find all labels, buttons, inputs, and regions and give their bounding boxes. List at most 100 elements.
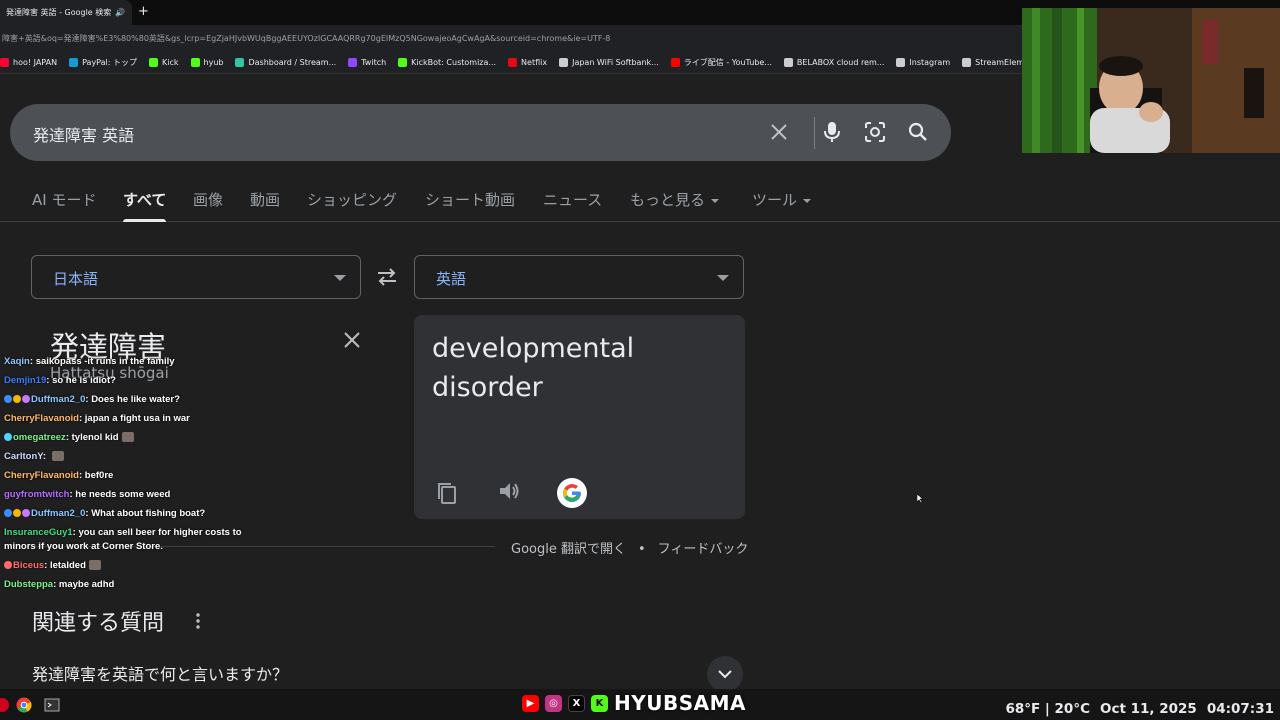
chat-text: bef0re	[84, 470, 114, 481]
time-readout: 04:07:31	[1206, 701, 1274, 717]
bookmark-item[interactable]: PayPal: トップ	[69, 57, 137, 68]
chat-message: Demjin19: so he is idiot?	[4, 371, 264, 390]
chat-badge-icon	[4, 395, 12, 404]
bookmark-label: ライブ配信 - YouTube...	[683, 58, 772, 67]
expand-chevron-icon[interactable]	[707, 656, 743, 692]
bookmark-item[interactable]: hoo! JAPAN	[0, 58, 57, 67]
chat-text: tylenol kid	[71, 432, 119, 443]
bookmark-label: Netflix	[521, 58, 548, 67]
browser-tab[interactable]: 発達障害 英語 - Google 検索 🔊 ✕	[0, 0, 132, 25]
audio-icon[interactable]: 🔊	[115, 8, 125, 17]
tab-images[interactable]: 画像	[193, 189, 223, 210]
chat-badge-icon	[4, 509, 12, 518]
chat-emote-icon	[88, 560, 101, 571]
chat-message: CarltonY:	[4, 447, 264, 466]
bookmark-item[interactable]: Netflix	[508, 58, 547, 67]
search-icon[interactable]	[906, 120, 930, 144]
chat-badge-icon	[13, 509, 21, 518]
youtube-icon: ▶	[522, 694, 539, 712]
bookmark-favicon-icon	[235, 58, 245, 67]
chat-text: letalded	[49, 560, 86, 571]
bookmark-item[interactable]: Dashboard / Stream...	[235, 58, 336, 67]
tab-videos[interactable]: 動画	[250, 189, 280, 210]
bookmark-item[interactable]: Kick	[149, 58, 179, 67]
date-readout: Oct 11, 2025	[1100, 701, 1197, 717]
tab-more[interactable]: もっと見る	[630, 189, 720, 210]
translate-footer: Google 翻訳で開く • フィードバック	[511, 538, 748, 557]
related-question[interactable]: 発達障害を英語で何と言いますか？	[32, 661, 288, 685]
chat-message: Dubsteppa: maybe adhd	[4, 575, 264, 594]
bookmark-label: Dashboard / Stream...	[248, 58, 337, 67]
chat-username: CarltonY	[4, 451, 43, 462]
lens-icon[interactable]	[863, 120, 887, 144]
tab-shopping[interactable]: ショッピング	[307, 189, 397, 210]
chat-badge-icon	[22, 395, 30, 404]
chat-message: omegatreez: tylenol kid	[4, 428, 264, 447]
bookmark-item[interactable]: KickBot: Customiza...	[398, 58, 496, 67]
swap-languages-icon[interactable]	[375, 266, 399, 288]
tab-short-videos[interactable]: ショート動画	[425, 189, 515, 210]
chat-badge-icon	[22, 509, 30, 518]
chat-username: omegatreez	[13, 432, 66, 443]
chat-username: Dubsteppa	[4, 579, 54, 590]
chat-message: InsuranceGuy1: you can sell beer for hig…	[4, 523, 264, 556]
bookmark-item[interactable]: Instagram	[896, 58, 950, 67]
tab-all[interactable]: すべて	[123, 189, 167, 222]
microphone-icon[interactable]	[820, 120, 844, 144]
instagram-icon: ◎	[545, 694, 562, 712]
bookmark-label: Kick	[162, 58, 179, 67]
chat-username: Duffman2_0	[31, 508, 86, 519]
search-box[interactable]: 発達障害 英語	[10, 104, 951, 161]
clear-search-icon[interactable]	[767, 120, 791, 144]
open-in-translate-link[interactable]: Google 翻訳で開く	[511, 542, 626, 557]
chat-message: CherryFlavanoid: bef0re	[4, 466, 264, 485]
new-tab-button[interactable]: +	[138, 4, 149, 19]
bookmark-label: hyub	[203, 58, 224, 67]
chevron-down-icon	[803, 198, 812, 203]
speaker-icon[interactable]	[497, 479, 521, 503]
opera-icon[interactable]	[0, 697, 10, 713]
tab-ai-mode[interactable]: AI モード	[32, 189, 96, 210]
bookmark-label: PayPal: トップ	[82, 58, 138, 67]
bookmark-label: BELABOX cloud rem...	[796, 58, 885, 67]
bookmark-favicon-icon	[896, 58, 906, 67]
bookmark-favicon-icon	[670, 58, 680, 67]
weather-readout: 68°F | 20°C	[1005, 701, 1090, 717]
copy-icon[interactable]	[435, 481, 459, 505]
chrome-icon[interactable]	[16, 697, 32, 713]
search-nav-tabs: AI モード すべて 画像 動画 ショッピング ショート動画 ニュース もっと見…	[0, 186, 1280, 222]
bookmark-item[interactable]: Twitch	[348, 58, 386, 67]
streamer-brand: HYUBSAMA	[614, 691, 746, 715]
search-divider	[814, 117, 815, 149]
bookmark-label: KickBot: Customiza...	[411, 58, 497, 67]
clear-source-icon[interactable]	[342, 330, 362, 350]
bookmark-favicon-icon	[962, 58, 972, 67]
bookmark-item[interactable]: BELABOX cloud rem...	[783, 58, 885, 67]
tab-tools[interactable]: ツール	[752, 189, 812, 210]
feedback-link[interactable]: フィードバック	[658, 542, 749, 557]
more-options-icon[interactable]	[193, 612, 203, 630]
webcam-feed	[1022, 8, 1280, 153]
search-input[interactable]: 発達障害 英語	[33, 122, 134, 146]
translation-text: developmental disorder	[432, 333, 635, 403]
bookmark-item[interactable]: ライブ配信 - YouTube...	[670, 57, 772, 68]
chat-text: saikopass -it runs in the family	[35, 356, 175, 367]
mouse-cursor-icon	[916, 488, 924, 504]
bookmark-item[interactable]: hyub	[190, 58, 224, 67]
bookmark-item[interactable]: Japan WiFi Softbank...	[559, 58, 659, 67]
terminal-icon[interactable]	[44, 697, 60, 713]
kick-icon: K	[591, 694, 608, 712]
chevron-down-icon	[711, 198, 720, 203]
chat-username: CherryFlavanoid	[4, 470, 79, 481]
tab-title: 発達障害 英語 - Google 検索	[6, 8, 112, 17]
source-language-label: 日本語	[53, 270, 99, 288]
tab-news[interactable]: ニュース	[543, 189, 602, 210]
google-logo-icon[interactable]	[557, 478, 587, 508]
chat-message: Biceus: letalded	[4, 556, 264, 575]
source-language-select[interactable]: 日本語	[31, 255, 361, 299]
target-language-select[interactable]: 英語	[414, 255, 744, 299]
chat-emote-icon	[51, 451, 64, 462]
chat-message: Xaqin: saikopass -it runs in the family	[4, 352, 264, 371]
dropdown-arrow-icon	[717, 275, 729, 281]
chat-text: Does he like water?	[91, 394, 180, 405]
